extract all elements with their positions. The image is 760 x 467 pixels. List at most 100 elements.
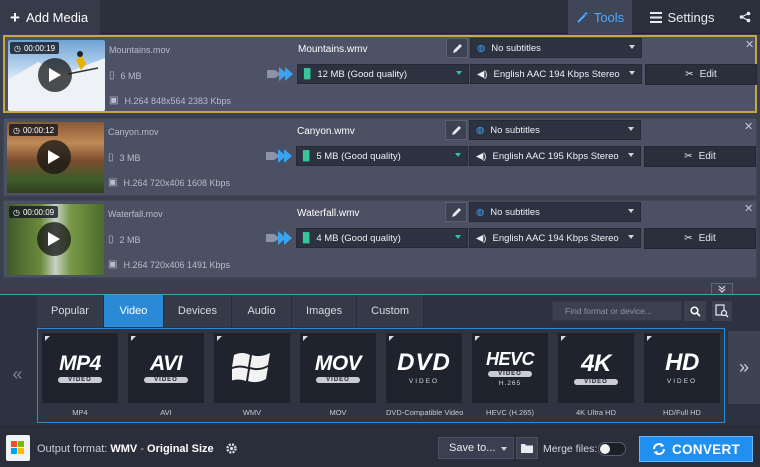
windows-file-icon [6, 435, 30, 461]
format-4k[interactable]: 4K VIDEO 4K Ultra HD [558, 333, 636, 419]
rename-button[interactable] [446, 38, 468, 58]
convert-button[interactable]: CONVERT [639, 436, 753, 462]
format-hd[interactable]: HD VIDEO HD/Full HD [644, 333, 722, 419]
merge-files-toggle[interactable] [598, 442, 626, 456]
source-size: ▯ 6 MB [109, 70, 142, 81]
search-button[interactable] [684, 301, 706, 321]
audio-track-dropdown[interactable]: ◀) English AAC 194 Kbps Stereo [470, 64, 642, 84]
chevron-down-icon [629, 71, 635, 75]
pencil-icon [451, 125, 461, 135]
chevron-down-icon [628, 127, 634, 131]
edit-button[interactable]: ✂ Edit [644, 146, 756, 167]
remove-file-button[interactable]: ✕ [744, 122, 753, 133]
format-tile: 4K VIDEO [558, 333, 634, 403]
speaker-icon: ◀) [476, 150, 487, 162]
source-file-name: Mountains.mov [109, 45, 171, 55]
settings-button[interactable]: Settings [636, 0, 728, 34]
rename-button[interactable] [445, 202, 467, 222]
file-row[interactable]: ◷ 00:00:19 Mountains.mov ▯ 6 MB ▣ H.264 848… [3, 35, 757, 113]
double-chevron-down-icon [718, 285, 726, 293]
tab-audio[interactable]: Audio [232, 295, 293, 327]
format-wmv[interactable]: WMV [214, 333, 292, 419]
duration-badge: ◷ 00:00:12 [9, 124, 59, 136]
chevron-down-icon [629, 45, 635, 49]
rename-button[interactable] [445, 120, 467, 140]
detect-format-button[interactable] [712, 301, 732, 321]
formats-next-button[interactable]: » [728, 331, 760, 404]
format-label: MP4 [72, 408, 88, 417]
format-mp4[interactable]: MP4 VIDEO MP4 [42, 333, 120, 419]
formats-prev-button[interactable]: « [0, 328, 35, 421]
format-avi[interactable]: AVI VIDEO AVI [128, 333, 206, 419]
file-row[interactable]: ◷ 00:00:12 Canyon.mov ▯ 3 MB ▣ H.264 720x40… [3, 118, 757, 196]
chevron-down-icon [455, 153, 461, 157]
format-mov[interactable]: MOV VIDEO MOV [300, 333, 378, 419]
chevron-down-icon [628, 209, 634, 213]
video-thumbnail[interactable]: ◷ 00:00:09 [7, 204, 104, 275]
add-media-button[interactable]: + Add Media [0, 0, 100, 34]
subtitles-dropdown[interactable]: ◍ No subtitles [469, 120, 641, 140]
clock-icon: ◷ [13, 207, 20, 217]
format-dvd[interactable]: DVD VIDEO DVD-Compatible Video [386, 333, 464, 419]
output-file-name[interactable]: Waterfall.wmv [297, 208, 359, 219]
save-to-dropdown[interactable]: Save to... [438, 437, 514, 459]
play-button[interactable] [37, 140, 71, 174]
video-badge: VIDEO [488, 370, 532, 377]
chevron-down-icon [455, 235, 461, 239]
output-size-dropdown[interactable]: ▉ 4 MB (Good quality) [296, 228, 468, 248]
speech-bubble-icon: ◍ [476, 124, 485, 136]
share-button[interactable] [730, 0, 760, 34]
file-row[interactable]: ◷ 00:00:09 Waterfall.mov ▯ 2 MB ▣ H.264 720… [3, 200, 757, 278]
audio-track-dropdown[interactable]: ◀) English AAC 194 Kbps Stereo [469, 228, 641, 248]
file-icon: ▯ [108, 234, 114, 245]
output-size-dropdown[interactable]: ▉ 12 MB (Good quality) [297, 64, 469, 84]
play-button[interactable] [38, 58, 72, 92]
format-label: DVD-Compatible Video [386, 408, 464, 417]
play-button[interactable] [37, 222, 71, 256]
source-file-name: Waterfall.mov [108, 209, 163, 219]
tab-images[interactable]: Images [292, 295, 358, 327]
subtitles-dropdown[interactable]: ◍ No subtitles [469, 202, 641, 222]
audio-track-dropdown[interactable]: ◀) English AAC 195 Kbps Stereo [469, 146, 641, 166]
format-search-input[interactable]: Find format or device... [552, 301, 682, 321]
edit-button[interactable]: ✂ Edit [644, 228, 756, 249]
subtitles-dropdown[interactable]: ◍ No subtitles [470, 38, 642, 58]
file-list: ◷ 00:00:19 Mountains.mov ▯ 6 MB ▣ H.264 848… [0, 35, 760, 280]
output-file-name[interactable]: Canyon.wmv [297, 126, 355, 137]
tab-devices[interactable]: Devices [163, 295, 233, 327]
tab-popular[interactable]: Popular [37, 295, 104, 327]
hamburger-menu-icon [649, 11, 662, 23]
video-thumbnail[interactable]: ◷ 00:00:19 [8, 40, 105, 111]
convert-refresh-icon [652, 443, 665, 455]
share-icon [739, 11, 751, 23]
tab-custom[interactable]: Custom [357, 295, 425, 327]
format-tabs: Popular Video Devices Audio Images Custo… [37, 295, 425, 327]
format-hevc[interactable]: HEVC VIDEO H.265 HEVC (H.265) [472, 333, 550, 419]
pencil-icon [451, 207, 461, 217]
clock-icon: ◷ [13, 125, 20, 135]
format-grid: MP4 VIDEO MP4 AVI VIDEO AVI WMV MOV VIDEO M… [37, 328, 725, 423]
open-folder-button[interactable] [516, 437, 538, 459]
document-icon: ▉ [303, 232, 311, 244]
speech-bubble-icon: ◍ [476, 206, 485, 218]
tools-button[interactable]: Tools [568, 0, 632, 34]
output-size-dropdown[interactable]: ▉ 5 MB (Good quality) [296, 146, 468, 166]
top-toolbar: + Add Media Tools Settings [0, 0, 760, 34]
plus-icon: + [10, 7, 20, 27]
file-icon: ▯ [109, 70, 115, 81]
format-tile: DVD VIDEO [386, 333, 462, 403]
settings-label: Settings [667, 9, 715, 25]
convert-arrow-icon [266, 231, 292, 245]
video-thumbnail[interactable]: ◷ 00:00:12 [7, 122, 104, 193]
scissors-icon: ✂ [684, 233, 693, 244]
tab-video[interactable]: Video [103, 295, 164, 327]
remove-file-button[interactable]: ✕ [745, 40, 754, 51]
output-settings-button[interactable] [222, 439, 240, 457]
remove-file-button[interactable]: ✕ [744, 204, 753, 215]
play-icon [48, 150, 60, 164]
footer-bar: Output format: WMV - Original Size Save … [0, 426, 760, 467]
source-size: ▯ 2 MB [108, 234, 141, 245]
edit-button[interactable]: ✂ Edit [645, 64, 757, 85]
pencil-icon [452, 43, 462, 53]
output-file-name[interactable]: Mountains.wmv [298, 44, 367, 55]
